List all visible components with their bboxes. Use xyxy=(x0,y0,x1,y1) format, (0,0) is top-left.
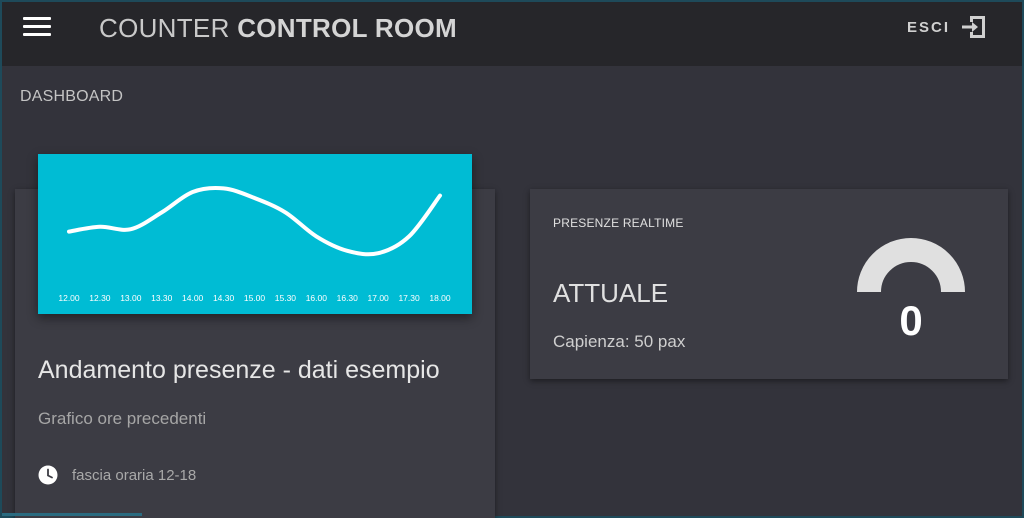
chart-svg: 12.00 12.30 13.00 13.30 14.00 14.30 15.00 15.30… xyxy=(58,185,451,303)
logout-label: ESCI xyxy=(906,18,950,36)
presence-line-chart: 12.00 12.30 13.00 13.30 14.00 14.30 15.00 15.30… xyxy=(38,154,472,314)
x-tick-label: 14.30 xyxy=(213,293,235,303)
realtime-heading: ATTUALE xyxy=(553,278,669,308)
app-title-bold: CONTROL ROOM xyxy=(237,13,457,43)
logout-button[interactable]: ESCI xyxy=(907,13,988,41)
exit-icon xyxy=(962,16,985,38)
chart-card-footer-text: fascia oraria 12-18 xyxy=(72,466,197,484)
x-tick-label: 17.30 xyxy=(398,293,420,303)
x-tick-label: 12.00 xyxy=(58,293,80,303)
chart-card-title: Andamento presenze - dati esempio xyxy=(38,356,440,384)
gauge-value: 0 xyxy=(899,297,923,344)
top-app-bar: COUNTER CONTROL ROOM ESCI xyxy=(2,2,1022,66)
clock-icon xyxy=(38,465,58,485)
chart-card-subtitle: Grafico ore precedenti xyxy=(38,409,207,428)
bottom-accent-strip xyxy=(2,513,142,516)
x-tick-label: 14.00 xyxy=(182,293,204,303)
x-tick-label: 13.30 xyxy=(151,293,173,303)
hamburger-menu-icon[interactable] xyxy=(23,17,51,39)
gauge-track xyxy=(857,238,965,293)
breadcrumb: DASHBOARD xyxy=(20,88,124,105)
x-tick-label: 17.00 xyxy=(368,293,390,303)
x-tick-label: 13.00 xyxy=(120,293,142,303)
realtime-presence-card: PRESENZE REALTIME ATTUALE Capienza: 50 p… xyxy=(530,189,1008,379)
series-line xyxy=(67,185,442,257)
x-tick-label: 16.30 xyxy=(337,293,359,303)
realtime-label: PRESENZE REALTIME xyxy=(553,216,684,230)
x-tick-label: 15.00 xyxy=(244,293,266,303)
x-tick-label: 15.30 xyxy=(275,293,297,303)
capacity-text: Capienza: 50 pax xyxy=(553,332,686,351)
app-title-light: COUNTER xyxy=(99,13,230,43)
x-tick-label: 16.00 xyxy=(306,293,328,303)
x-tick-label: 12.30 xyxy=(89,293,111,303)
x-tick-label: 18.00 xyxy=(429,293,451,303)
chart-card-footer: fascia oraria 12-18 xyxy=(38,465,196,485)
presence-gauge xyxy=(857,238,965,293)
app-title: COUNTER CONTROL ROOM xyxy=(99,13,457,44)
